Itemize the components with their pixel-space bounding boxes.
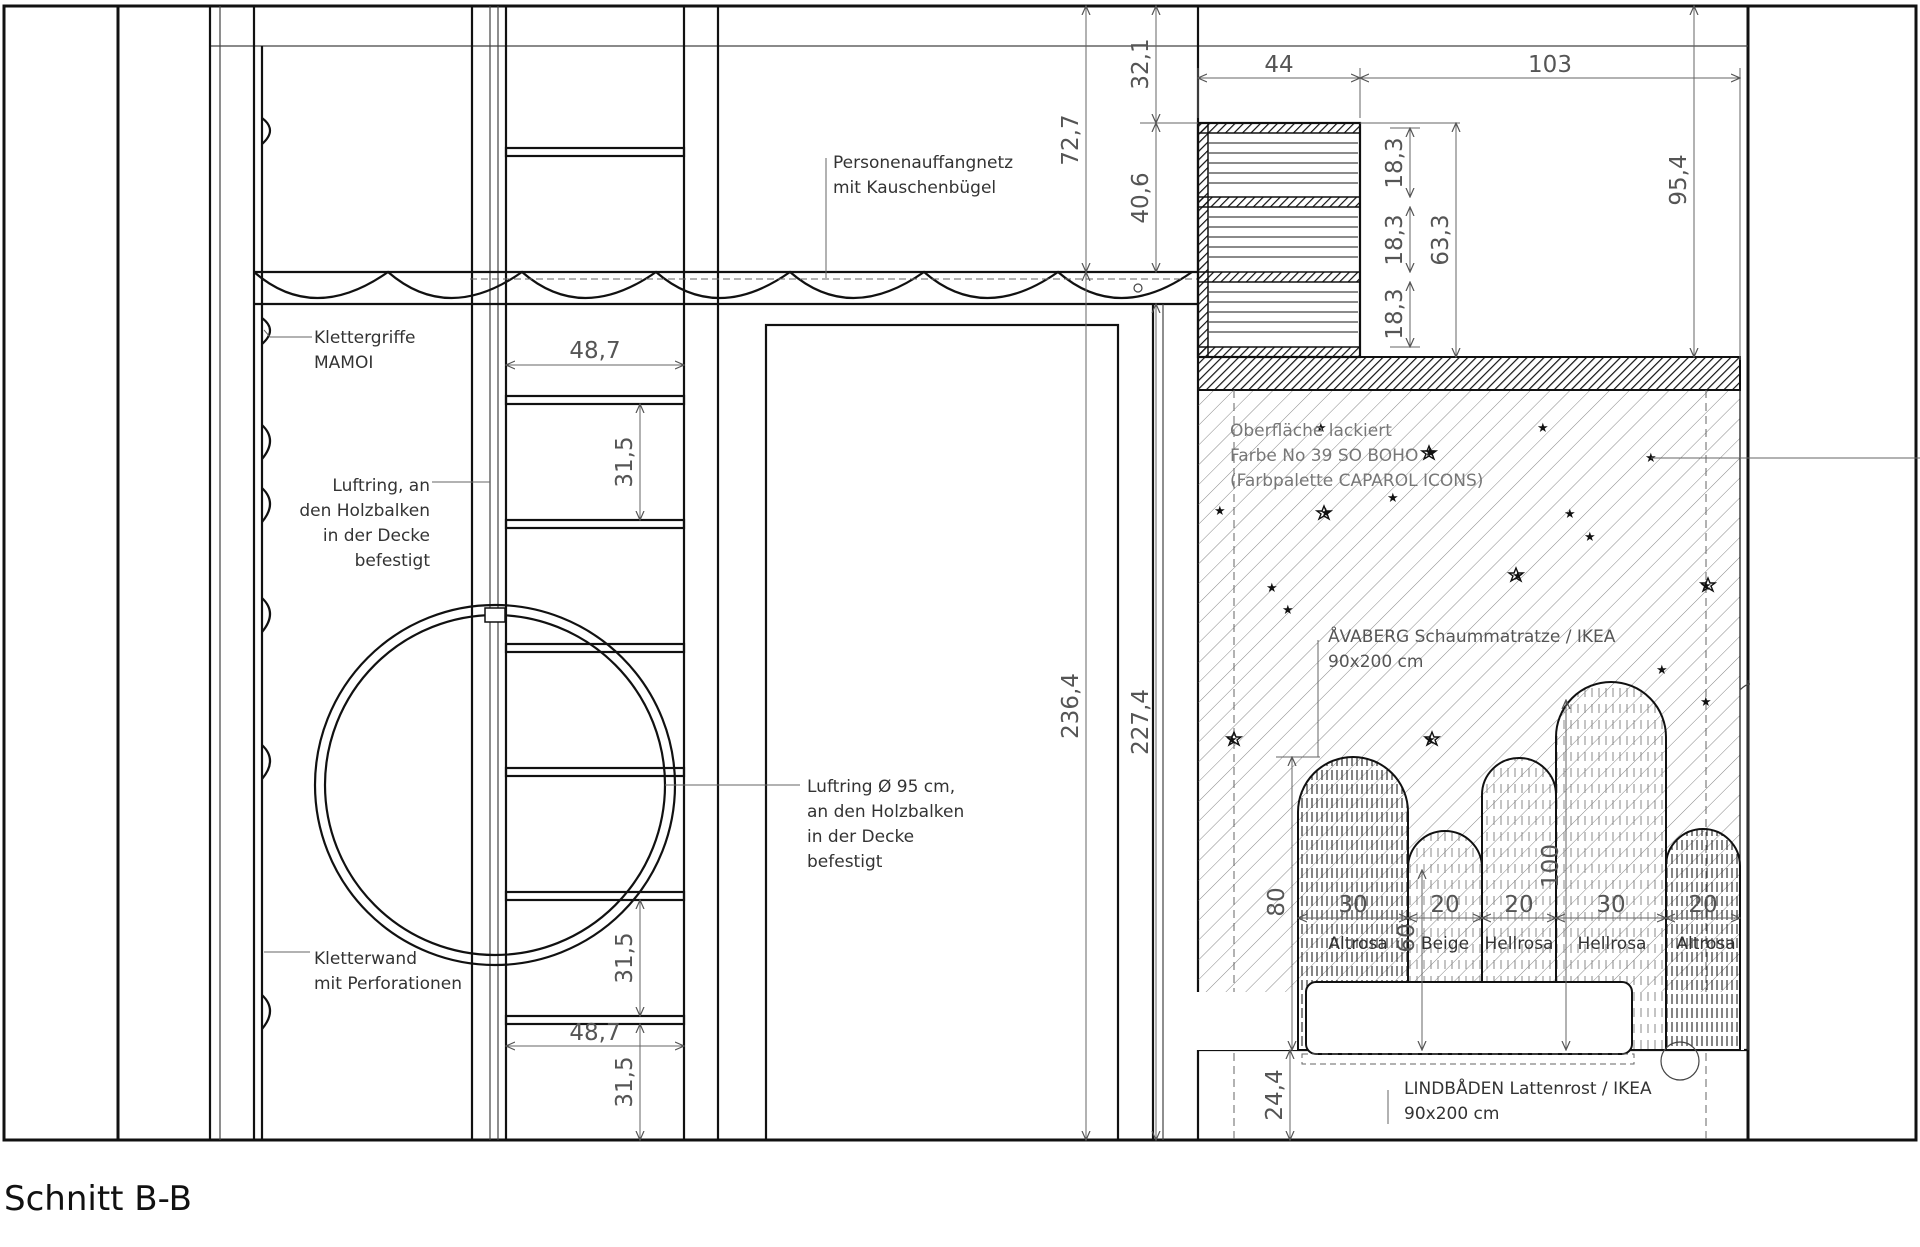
climbing-grip <box>261 994 272 1030</box>
label-ring-left-4: befestigt <box>355 551 431 571</box>
headboard-width-2: 20 <box>1430 892 1459 918</box>
svg-text:★: ★ <box>1656 663 1668 678</box>
label-ring-left-2: den Holzbalken <box>299 501 430 521</box>
label-grips-1: Klettergriffe <box>314 328 416 348</box>
label-surface-2: Farbe No 39 SO BOHO <box>1230 446 1418 466</box>
label-surface-3: (Farbpalette CAPAROL ICONS) <box>1230 471 1483 491</box>
dim-31-5-top: 31,5 <box>612 436 638 487</box>
dim-48-7-top: 48,7 <box>569 338 620 364</box>
label-wall-1: Kletterwand <box>314 949 417 969</box>
dim-63-3: 63,3 <box>1428 214 1454 265</box>
svg-text:★: ★ <box>1387 491 1399 506</box>
headboard-width-1: 30 <box>1338 892 1367 918</box>
svg-text:★: ★ <box>1425 446 1437 461</box>
label-slats-2: 90x200 cm <box>1404 1104 1499 1124</box>
dim-72-7: 72,7 <box>1058 114 1084 165</box>
dim-18-3-c: 18,3 <box>1382 288 1408 339</box>
headboard-color-3: Hellrosa <box>1485 934 1554 954</box>
dim-60: 60 <box>1394 923 1420 952</box>
label-ring-left-3: in der Decke <box>323 526 430 546</box>
svg-text:★: ★ <box>1564 507 1576 522</box>
label-net-1: Personenauffangnetz <box>833 153 1013 173</box>
label-slats-1: LINDBÅDEN Lattenrost / IKEA <box>1404 1077 1652 1099</box>
svg-text:★: ★ <box>1266 581 1278 596</box>
label-ring-right-2: an den Holzbalken <box>807 802 964 822</box>
dim-18-3-b: 18,3 <box>1382 214 1408 265</box>
svg-text:★: ★ <box>1282 603 1294 618</box>
section-caption: Schnitt B-B <box>4 1179 192 1219</box>
headboard-width-4: 30 <box>1596 892 1625 918</box>
climbing-grip <box>261 744 272 780</box>
svg-text:★: ★ <box>1537 421 1549 436</box>
label-ring-right-1: Luftring Ø 95 cm, <box>807 777 955 797</box>
label-grips-2: MAMOI <box>314 353 373 373</box>
label-surface-1: Oberfläche lackiert <box>1230 421 1392 441</box>
climbing-grip <box>261 424 272 460</box>
dim-18-3-a: 18,3 <box>1382 137 1408 188</box>
svg-text:★: ★ <box>1700 695 1712 710</box>
label-ring-left-1: Luftring, an <box>332 476 430 496</box>
label-mattress-2: 90x200 cm <box>1328 652 1423 672</box>
dim-80: 80 <box>1264 887 1290 916</box>
dim-32-1: 32,1 <box>1128 38 1154 89</box>
label-ring-right-4: befestigt <box>807 852 883 872</box>
section-drawing: ★ ★★ ★★★ ★★★ ★★★ ★★★ ★★★ 44 103 32,1 72,… <box>2 4 1920 1219</box>
dim-31-5-bottom: 31,5 <box>612 1056 638 1107</box>
headboard-color-4: Hellrosa <box>1578 934 1647 954</box>
dim-100: 100 <box>1538 844 1564 888</box>
dim-top-103: 103 <box>1528 52 1572 78</box>
climbing-grip <box>261 597 272 633</box>
climbing-grip <box>261 117 272 145</box>
label-ring-right-3: in der Decke <box>807 827 914 847</box>
dim-top-44: 44 <box>1264 52 1293 78</box>
label-net-2: mit Kauschenbügel <box>833 178 996 198</box>
air-ring <box>313 603 677 967</box>
dim-31-5-mid: 31,5 <box>612 932 638 983</box>
dim-95-4: 95,4 <box>1666 154 1692 205</box>
shelf-unit <box>1196 121 1362 359</box>
label-mattress-1: ÅVABERG Schaummatratze / IKEA <box>1328 625 1616 647</box>
climbing-grip <box>261 487 272 523</box>
headboard-color-2: Beige <box>1421 934 1469 954</box>
headboard-color-5: Altrosa <box>1676 934 1735 954</box>
headboard-width-3: 20 <box>1504 892 1533 918</box>
svg-text:★: ★ <box>1584 530 1596 545</box>
headboard-color-1: Altrosa <box>1328 934 1387 954</box>
label-wall-2: mit Perforationen <box>314 974 462 994</box>
dim-40-6: 40,6 <box>1128 172 1154 223</box>
dim-24-4: 24,4 <box>1262 1069 1288 1120</box>
headboard-width-5: 20 <box>1688 892 1717 918</box>
svg-text:★: ★ <box>1214 504 1226 519</box>
ladder <box>470 6 720 1140</box>
svg-text:★: ★ <box>1320 506 1332 521</box>
climbing-wall <box>208 6 272 1140</box>
climbing-grip <box>261 317 272 345</box>
safety-net <box>253 270 1198 306</box>
dim-236-4: 236,4 <box>1058 673 1084 739</box>
dim-48-7-bottom: 48,7 <box>569 1020 620 1046</box>
dim-227-4: 227,4 <box>1128 689 1154 755</box>
